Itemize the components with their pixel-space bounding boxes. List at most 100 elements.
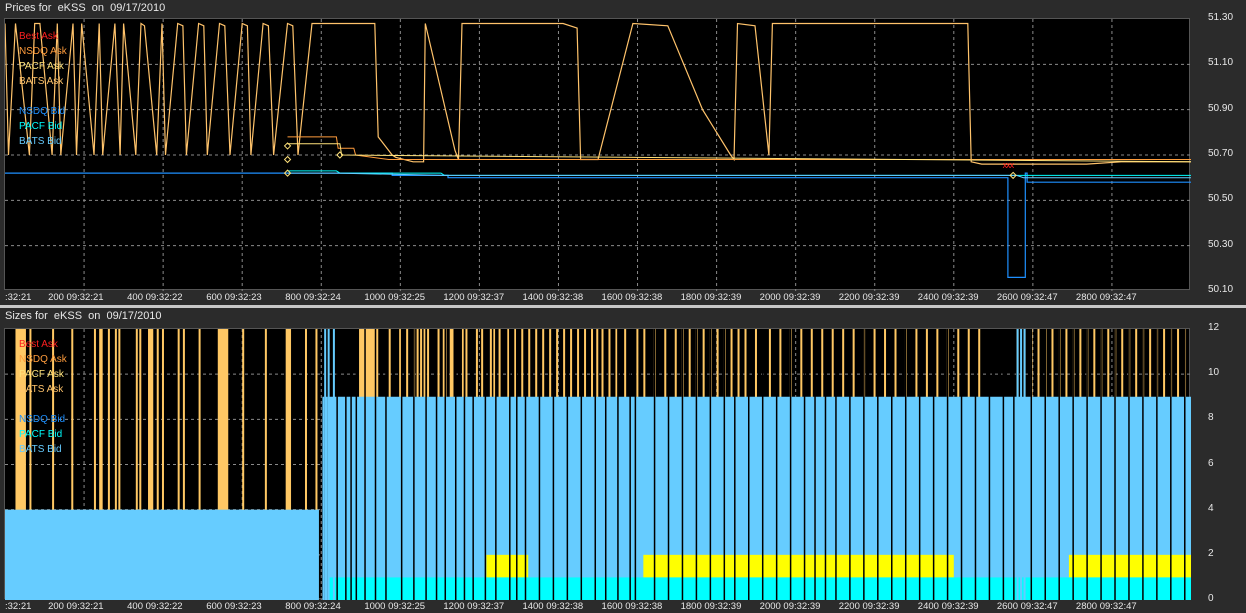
legend-item: BATS Ask — [19, 384, 64, 395]
x-tick-label: 2000 09:32:39 — [759, 601, 821, 612]
x-tick-label: 1000 09:32:25 — [364, 601, 426, 612]
legend-item: BATS Bid — [19, 444, 62, 455]
size-gap — [400, 329, 403, 600]
y-tick-label: 50.30 — [1208, 238, 1234, 250]
sizes-chart — [5, 329, 1191, 600]
size-gap — [1156, 329, 1158, 600]
quote-marker — [283, 155, 292, 164]
x-tick-label: 2400 09:32:39 — [917, 292, 979, 303]
x-tick-label: 600 09:32:23 — [206, 601, 262, 612]
prices-title: Prices for eKSS on 09/17/2010 — [5, 2, 166, 14]
x-tick-label: 400 09:32:22 — [127, 601, 183, 612]
size-gap — [946, 329, 949, 600]
size-gap — [580, 329, 583, 600]
size-gap — [1170, 329, 1172, 600]
x-tick-label: 2200 09:32:39 — [838, 601, 900, 612]
legend-item: BATS Ask — [19, 76, 64, 87]
series-line-nsdq-bid — [5, 172, 1191, 278]
legend-item: BATS Bid — [19, 136, 62, 147]
bid-size-bar — [332, 329, 335, 600]
size-gap — [789, 329, 792, 600]
y-tick-label: 50.90 — [1208, 102, 1234, 114]
x-tick-label: 1600 09:32:38 — [601, 601, 663, 612]
size-gap — [667, 329, 670, 600]
x-tick-label: 2600 09:32:47 — [996, 292, 1058, 303]
size-gap — [904, 329, 907, 600]
size-gap — [761, 329, 764, 600]
size-gap — [629, 329, 631, 600]
size-gap — [1058, 329, 1060, 600]
size-gap — [1013, 329, 1015, 600]
y-tick-label: 6 — [1208, 457, 1214, 469]
size-gap — [1184, 329, 1186, 600]
size-gap — [364, 329, 366, 600]
y-tick-label: 10 — [1208, 367, 1220, 379]
y-tick-label: 4 — [1208, 502, 1214, 514]
size-gap — [681, 329, 684, 600]
size-gap — [1100, 329, 1102, 600]
legend-item: Best Ask — [19, 31, 58, 42]
prices-plot-area[interactable]: xxx Best Ask NSDQ Ask PACF Ask BATS Ask NSDQ… — [4, 18, 1191, 291]
cyan-size-bar — [329, 577, 1191, 600]
sizes-panel: Sizes for eKSS on 09/17/2010 Best Ask NSD… — [0, 308, 1246, 613]
size-gap — [974, 329, 977, 600]
size-gap — [891, 329, 893, 600]
y-tick-label: 51.30 — [1208, 12, 1234, 23]
x-tick-label: 2200 09:32:39 — [838, 292, 900, 303]
y-tick-label: 12 — [1208, 322, 1220, 333]
x-tick-label: 200 09:32:21 — [48, 601, 104, 612]
y-tick-label: 51.10 — [1208, 57, 1234, 69]
size-gap — [350, 329, 352, 600]
y-tick-label: 50.50 — [1208, 193, 1234, 205]
size-gap — [355, 329, 358, 600]
bid-size-bar — [327, 329, 330, 600]
size-gap — [734, 329, 736, 600]
size-gap — [695, 329, 698, 600]
x-tick-label: 400 09:32:22 — [127, 292, 183, 303]
pacf-size-bar — [486, 554, 529, 578]
size-gap — [653, 329, 656, 600]
sizes-title: Sizes for eKSS on 09/17/2010 — [5, 310, 162, 322]
x-tick-label: 800 09:32:24 — [285, 601, 341, 612]
size-gap — [803, 329, 806, 600]
x-tick-label: 2600 09:32:47 — [996, 601, 1058, 612]
size-gap — [634, 329, 637, 600]
size-gap — [988, 329, 991, 600]
size-gap — [495, 329, 497, 600]
bid-size-bar — [1020, 329, 1023, 600]
y-tick-label: 8 — [1208, 412, 1214, 424]
x-tick-label: 2400 09:32:39 — [917, 601, 979, 612]
x-tick-label: :32:21 — [5, 601, 32, 612]
legend-item: PACF Bid — [19, 121, 63, 132]
size-gap — [345, 329, 347, 600]
size-gap — [413, 329, 415, 600]
size-gap — [385, 329, 387, 600]
size-gap — [374, 329, 377, 600]
x-tick-label: 2000 09:32:39 — [759, 292, 821, 303]
prices-chart: xxx — [5, 19, 1191, 291]
x-tick-label: 800 09:32:24 — [285, 292, 341, 303]
size-gap — [435, 329, 438, 600]
size-gap — [1142, 329, 1144, 600]
sizes-plot-area[interactable]: Best Ask NSDQ Ask PACF Ask BATS Ask NSDQ Bid… — [4, 328, 1191, 600]
size-gap — [877, 329, 879, 600]
size-gap — [824, 329, 827, 600]
size-gap — [747, 329, 750, 600]
bid-size-bar — [5, 509, 319, 600]
x-tick-label: 1800 09:32:39 — [680, 292, 742, 303]
size-gap — [552, 329, 555, 600]
y-tick-label: 2 — [1208, 547, 1214, 559]
size-gap — [960, 329, 963, 600]
bid-size-bar — [324, 329, 327, 600]
prices-panel: Prices for eKSS on 09/17/2010 xxx Best A… — [0, 0, 1246, 305]
series-line-bats-ask — [5, 22, 1191, 165]
size-gap — [1114, 329, 1116, 600]
x-tick-label: 200 09:32:21 — [48, 292, 104, 303]
size-gap — [617, 329, 619, 600]
pacf-size-bar — [643, 554, 954, 578]
legend-item: NSDQ Bid — [19, 106, 66, 117]
size-gap — [863, 329, 865, 600]
x-tick-label: 1600 09:32:38 — [601, 292, 663, 303]
size-gap — [1128, 329, 1130, 600]
x-tick-label: 1800 09:32:39 — [680, 601, 742, 612]
